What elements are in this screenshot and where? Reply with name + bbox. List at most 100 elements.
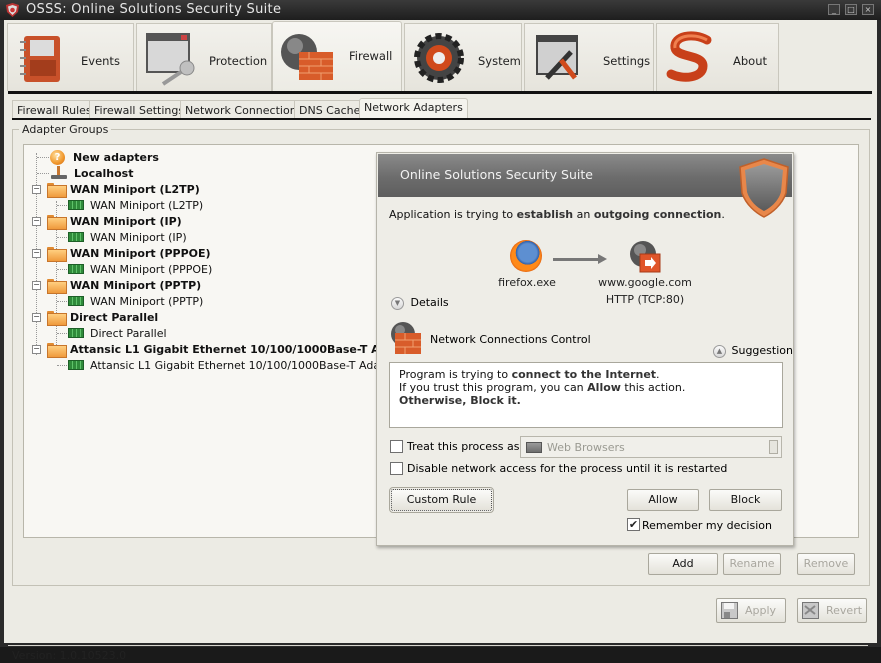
allow-button[interactable]: Allow [627,489,699,511]
dialog-message: Application is trying to establish an ou… [389,208,725,221]
dialog-message-text: an [573,208,594,221]
tree-group-item[interactable]: ? New adapters [37,149,159,165]
close-button[interactable]: × [862,4,874,15]
tab-firewall[interactable]: Firewall [272,21,402,92]
tree-guide-line [37,173,49,174]
network-control-icon [391,322,421,354]
apply-button[interactable]: Apply [716,598,786,623]
tree-adapter-item[interactable]: WAN Miniport (L2TP) [57,197,204,213]
select-dropdown-handle[interactable] [769,440,778,454]
tree-group-item[interactable]: − WAN Miniport (L2TP) [32,181,200,198]
save-disk-icon [721,602,738,619]
tab-about[interactable]: About [656,23,779,91]
status-bar: Version: 1.0.10523.0 [8,645,868,663]
subtab-network-adapters[interactable]: Network Adapters [359,98,468,119]
tab-settings[interactable]: Settings [524,23,654,91]
tree-item-label: Attansic L1 Gigabit Ethernet 10/100/1000… [70,342,421,356]
subtab-firewall-rules[interactable]: Firewall Rules [12,100,97,119]
tree-guide-line [57,205,67,206]
disable-access-label: Disable network access for the process u… [407,462,728,475]
suggestion-toggle[interactable]: ▲ Suggestion [713,344,793,358]
folder-icon [526,442,542,453]
collapse-icon[interactable]: − [32,312,41,322]
tree-adapter-item[interactable]: WAN Miniport (PPPOE) [57,261,213,277]
revert-disk-icon [802,602,819,619]
tree-adapter-item[interactable]: Attansic L1 Gigabit Ethernet 10/100/1000… [57,357,403,373]
tree-item-label: Attansic L1 Gigabit Ethernet 10/100/1000… [90,358,403,372]
remember-decision-checkbox[interactable]: ✔ [627,518,640,531]
app-shield-icon [6,3,19,17]
dialog-message-emph: outgoing connection [593,208,722,221]
collapse-icon[interactable]: − [32,248,41,258]
tab-system-label: System [478,54,521,68]
tree-item-label: WAN Miniport (IP) [70,214,182,228]
revert-label: Revert [826,604,863,617]
add-button[interactable]: Add [648,553,718,575]
tree-item-label: WAN Miniport (L2TP) [90,198,204,212]
tree-guide-line [57,301,67,302]
tree-item-label: WAN Miniport (L2TP) [70,182,200,196]
tree-group-item[interactable]: − Direct Parallel [32,309,159,326]
remove-button[interactable]: Remove [797,553,855,575]
minimize-button[interactable]: _ [828,4,840,15]
tab-about-label: About [733,54,768,68]
tree-item-label: Direct Parallel [70,310,159,324]
tab-events[interactable]: Events [7,23,134,91]
tree-guide-line [57,237,67,238]
details-toggle[interactable]: ▼ Details [391,296,449,310]
folder-icon [47,246,67,262]
source-app-label: firefox.exe [498,276,556,289]
custom-rule-button[interactable]: Custom Rule [389,487,494,513]
tree-item-label: WAN Miniport (PPTP) [70,278,202,292]
collapse-icon[interactable]: − [32,216,41,226]
question-icon: ? [50,149,65,165]
treat-process-checkbox[interactable] [390,440,403,453]
collapse-icon[interactable]: − [32,344,41,354]
tree-group-item[interactable]: − WAN Miniport (PPPOE) [32,245,211,262]
subtab-dns-cache[interactable]: DNS Cache [294,100,366,119]
folder-icon [47,342,67,358]
tree-group-item[interactable]: − WAN Miniport (PPTP) [32,277,202,294]
tree-adapter-item[interactable]: WAN Miniport (IP) [57,229,187,245]
collapse-icon[interactable]: − [32,280,41,290]
chevron-down-icon: ▼ [391,296,404,310]
subtab-network-connections[interactable]: Network Connections [180,100,308,119]
maximize-button[interactable]: □ [845,4,857,15]
disable-access-checkbox[interactable] [390,462,403,475]
window-title: OSSS: Online Solutions Security Suite [26,2,282,17]
tree-item-label: WAN Miniport (PPPOE) [90,262,213,276]
tab-protection[interactable]: Protection [136,23,272,91]
tree-item-label: Localhost [74,166,134,180]
firefox-icon [510,240,542,272]
folder-icon [47,278,67,294]
tree-group-item[interactable]: − WAN Miniport (IP) [32,213,182,230]
folder-icon [47,214,67,230]
apply-label: Apply [745,604,777,617]
tab-firewall-label: Firewall [349,49,393,63]
suggestion-emph: Otherwise, Block it. [399,394,521,407]
connection-alert-dialog: Online Solutions Security Suite Applicat… [376,152,794,546]
suggestion-emph: Allow [587,381,621,394]
collapse-icon[interactable]: − [32,184,41,194]
subtab-firewall-settings[interactable]: Firewall Settings [89,100,190,119]
revert-button[interactable]: Revert [797,598,867,623]
destination-protocol-label: HTTP (TCP:80) [605,293,685,306]
tree-item-label: WAN Miniport (PPTP) [90,294,204,308]
tree-item-label: WAN Miniport (PPPOE) [70,246,211,260]
web-destination-icon [630,241,661,273]
process-category-select[interactable]: Web Browsers [520,436,782,458]
section-title: Network Connections Control [430,333,591,346]
tree-adapter-item[interactable]: WAN Miniport (PPTP) [57,293,204,309]
tree-adapter-item[interactable]: Direct Parallel [57,325,167,341]
version-text: Version: 1.0.10523.0 [12,649,127,662]
tree-group-item[interactable]: − Attansic L1 Gigabit Ethernet 10/100/100… [32,341,421,358]
process-category-value: Web Browsers [547,441,625,454]
block-button[interactable]: Block [709,489,782,511]
network-card-icon [68,328,84,338]
tab-system[interactable]: System [404,23,522,91]
rename-button[interactable]: Rename [723,553,781,575]
details-label: Details [410,296,449,309]
tree-group-item[interactable]: Localhost [37,165,134,181]
tab-events-label: Events [81,54,120,68]
tree-item-label: WAN Miniport (IP) [90,230,187,244]
